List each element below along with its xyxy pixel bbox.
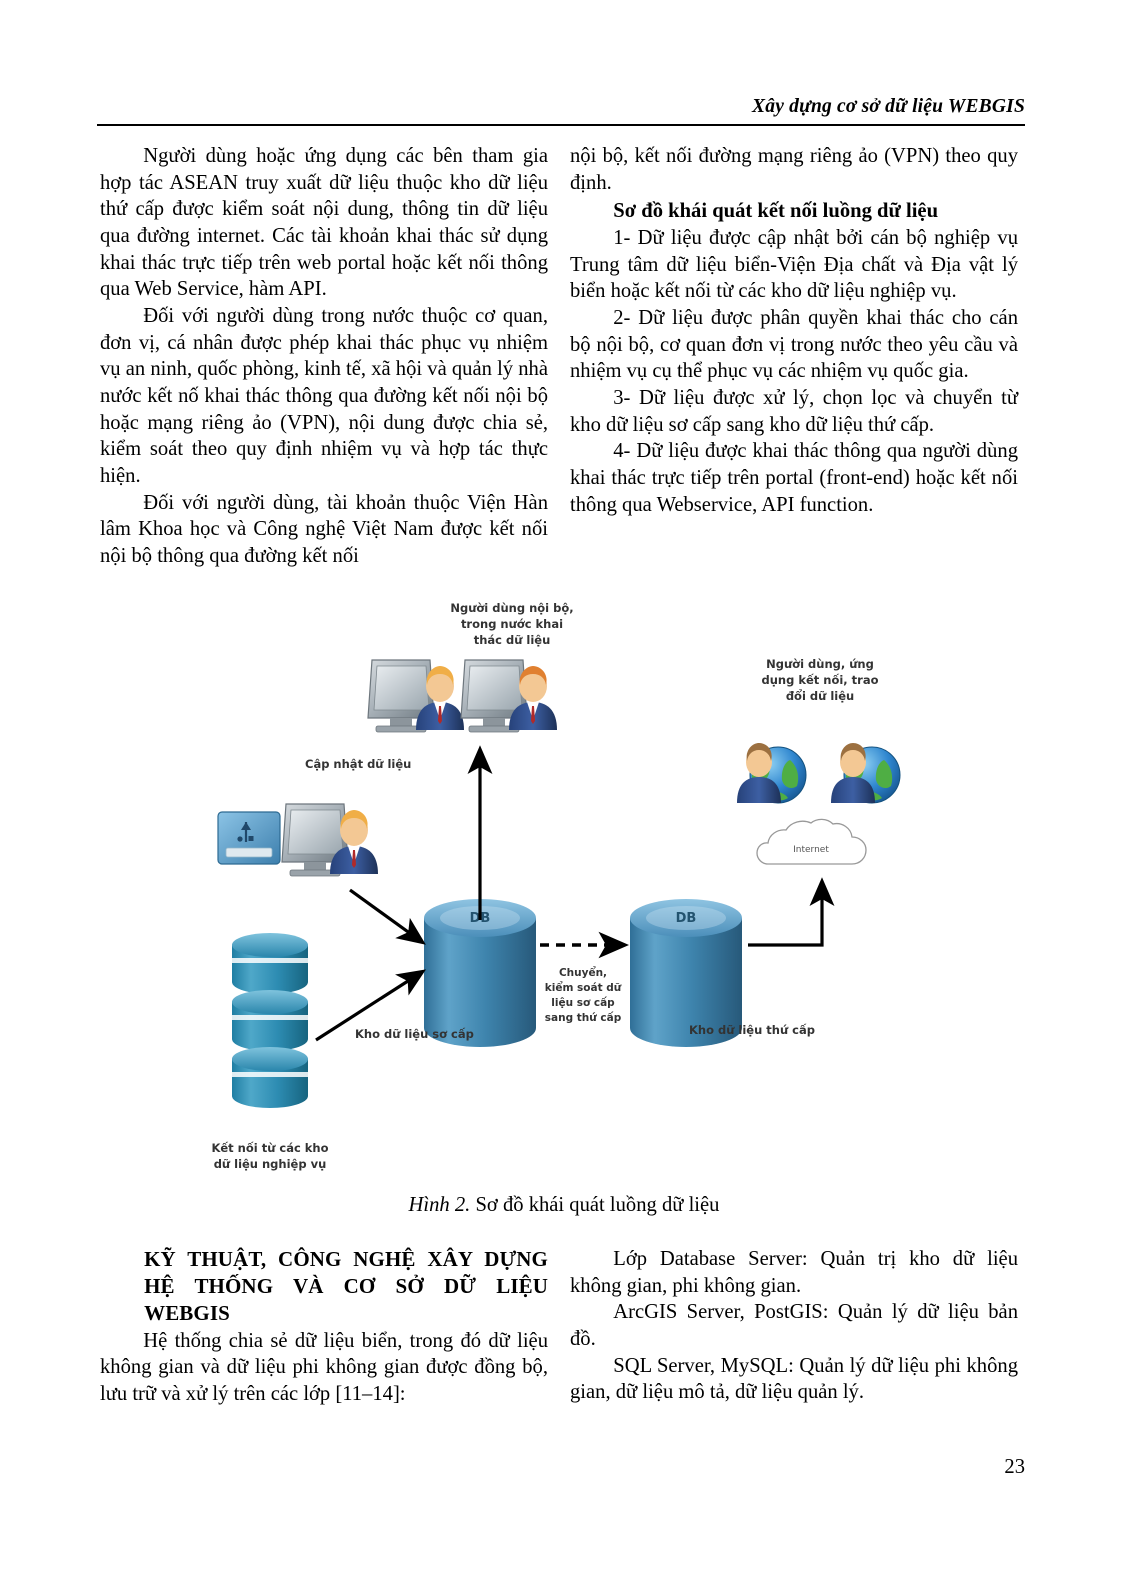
label-secondary-store: Kho dữ liệu thứ cấp	[689, 1023, 815, 1037]
db-badge-secondary: DB	[676, 911, 697, 926]
external-users-line-2: dụng kết nối, trao	[761, 673, 878, 687]
transfer-line-3: liệu sơ cấp	[551, 996, 615, 1009]
cylinder-stack-1	[232, 933, 308, 994]
arrow-update-to-primary	[349, 888, 426, 945]
cylinder-stack-2	[232, 990, 308, 1051]
section-heading-line-2: HỆ THỐNG VÀ CƠ SỞ DỮ LIỆU	[144, 1274, 548, 1299]
label-primary-store: Kho dữ liệu sơ cấp	[355, 1027, 474, 1041]
external-user-globe-2	[831, 743, 901, 804]
external-users-line-1: Người dùng, ứng	[766, 657, 874, 671]
page-number: 23	[1004, 1456, 1025, 1478]
business-data-stores	[232, 933, 308, 1108]
left-column-bottom: KỸ THUẬT, CÔNG NGHỆ XÂY DỰNG HỆ THỐNG VÀ…	[100, 1246, 548, 1408]
figure-caption: Hình 2. Sơ đồ khái quát luồng dữ liệu	[100, 1194, 1028, 1217]
cylinder-stack-3	[232, 1047, 308, 1108]
data-update-workstation	[217, 803, 378, 877]
internal-users-line-3: thác dữ liệu	[474, 633, 551, 647]
document-page: Xây dựng cơ sở dữ liệu WEBGIS Người dùng…	[0, 0, 1122, 1594]
left-column-top: Người dùng hoặc ứng dụng các bên tham gi…	[100, 143, 548, 570]
figure-caption-label: Hình 2.	[408, 1194, 471, 1216]
internal-user-workstation-2	[460, 659, 557, 733]
running-head: Xây dựng cơ sở dữ liệu WEBGIS	[752, 96, 1025, 117]
paragraph: Hệ thống chia sẻ dữ liệu biển, trong đó …	[100, 1329, 548, 1405]
subsection-heading: Sơ đồ khái quát kết nối luồng dữ liệu	[613, 200, 939, 223]
figure-2-diagram: Người dùng nội bộ, trong nước khai thác …	[100, 590, 1028, 1190]
paragraph: 3- Dữ liệu được xử lý, chọn lọc và chuyể…	[570, 386, 1018, 436]
section-heading-line-1: KỸ THUẬT, CÔNG NGHỆ XÂY DỰNG	[144, 1247, 548, 1271]
label-business-stores: Kết nối từ các kho dữ liệu nghiệp vụ	[211, 1141, 328, 1171]
header-rule	[97, 124, 1025, 126]
external-users-line-3: đổi dữ liệu	[786, 688, 854, 703]
paragraph: Đối với người dùng trong nước thuộc cơ q…	[100, 304, 548, 487]
internal-users-line-2: trong nước khai	[461, 617, 563, 631]
paragraph-continuation: nội bộ, kết nối đường mạng riêng ảo (VPN…	[570, 145, 1018, 194]
section-heading: KỸ THUẬT, CÔNG NGHỆ XÂY DỰNG HỆ THỐNG VÀ…	[100, 1246, 548, 1328]
right-column-bottom: Lớp Database Server: Quản trị kho dữ liệ…	[570, 1246, 1018, 1406]
paragraph: ArcGIS Server, PostGIS: Quản lý dữ liệu …	[570, 1301, 1018, 1350]
paragraph: Người dùng hoặc ứng dụng các bên tham gi…	[100, 145, 548, 301]
right-column-top: nội bộ, kết nối đường mạng riêng ảo (VPN…	[570, 143, 1018, 518]
label-update-data: Cập nhật dữ liệu	[305, 757, 411, 771]
business-stores-line-1: Kết nối từ các kho	[211, 1141, 328, 1155]
transfer-line-1: Chuyển,	[559, 966, 607, 979]
paragraph: Lớp Database Server: Quản trị kho dữ liệ…	[570, 1248, 1018, 1297]
paragraph: Đối với người dùng, tài khoản thuộc Viện…	[100, 491, 548, 567]
primary-data-store: DB	[424, 899, 536, 1047]
external-user-globe-1	[737, 743, 807, 804]
internet-cloud-label: Internet	[793, 845, 829, 855]
business-stores-line-2: dữ liệu nghiệp vụ	[214, 1157, 327, 1171]
arrow-secondary-to-internet	[748, 877, 835, 947]
label-transfer-control: Chuyển, kiểm soát dữ liệu sơ cấp sang th…	[545, 966, 622, 1024]
label-external-users: Người dùng, ứng dụng kết nối, trao đổi d…	[761, 657, 878, 703]
internet-cloud: Internet	[756, 818, 867, 865]
paragraph: 2- Dữ liệu được phân quyền khai thác cho…	[570, 306, 1018, 383]
paragraph: 1- Dữ liệu được cập nhật bởi cán bộ nghi…	[570, 226, 1018, 303]
transfer-line-2: kiểm soát dữ	[545, 981, 622, 994]
label-internal-users: Người dùng nội bộ, trong nước khai thác …	[450, 601, 573, 647]
paragraph: 4- Dữ liệu được khai thác thông qua ngườ…	[570, 440, 1018, 516]
figure-caption-text: Sơ đồ khái quát luồng dữ liệu	[475, 1194, 720, 1216]
section-heading-line-3: WEBGIS	[144, 1301, 230, 1326]
internal-user-workstation-1	[367, 659, 464, 733]
paragraph: SQL Server, MySQL: Quản lý dữ liệu phi k…	[570, 1354, 1018, 1404]
internal-users-line-1: Người dùng nội bộ,	[450, 601, 573, 615]
transfer-line-4: sang thứ cấp	[545, 1011, 622, 1024]
